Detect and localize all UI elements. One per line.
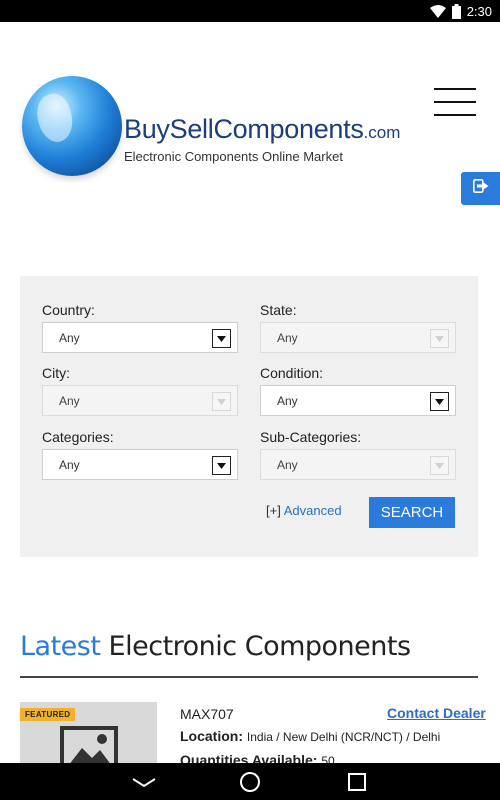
featured-badge: FEATURED bbox=[20, 708, 76, 721]
listing-title[interactable]: MAX707 bbox=[180, 706, 234, 722]
state-label: State: bbox=[260, 302, 297, 318]
chevron-down-icon bbox=[212, 329, 231, 348]
condition-select-value: Any bbox=[277, 394, 298, 408]
wifi-icon bbox=[429, 4, 446, 18]
listing-thumbnail[interactable]: FEATURED bbox=[20, 702, 157, 764]
sign-in-icon bbox=[472, 179, 489, 198]
country-label: Country: bbox=[42, 302, 95, 318]
brand-main-text: BuySellComponents bbox=[124, 114, 364, 144]
country-select[interactable]: Any bbox=[42, 322, 238, 353]
status-icons: 2:30 bbox=[429, 2, 492, 20]
city-label: City: bbox=[42, 365, 70, 381]
country-select-value: Any bbox=[59, 331, 80, 345]
recents-icon[interactable] bbox=[344, 769, 370, 795]
chevron-down-icon bbox=[212, 456, 231, 475]
city-select[interactable]: Any bbox=[42, 385, 238, 416]
chevron-down-icon bbox=[430, 456, 449, 475]
condition-label: Condition: bbox=[260, 365, 324, 381]
sub-categories-label: Sub-Categories: bbox=[260, 429, 362, 445]
sub-categories-select-value: Any bbox=[277, 458, 298, 472]
home-icon[interactable] bbox=[237, 769, 263, 795]
location-value: India / New Delhi (NCR/NCT) / Delhi bbox=[246, 730, 441, 744]
status-bar: 2:30 bbox=[0, 0, 500, 22]
section-title: Latest Electronic Components bbox=[20, 631, 411, 662]
search-button[interactable]: SEARCH bbox=[369, 497, 455, 528]
section-title-rest: Electronic Components bbox=[108, 631, 412, 662]
back-icon[interactable] bbox=[131, 769, 157, 795]
image-placeholder-icon bbox=[60, 726, 118, 764]
site-logo[interactable]: BuySellComponents.com Electronic Compone… bbox=[22, 76, 412, 182]
state-select[interactable]: Any bbox=[260, 322, 456, 353]
advanced-prefix: [+] bbox=[266, 503, 281, 518]
condition-select[interactable]: Any bbox=[260, 385, 456, 416]
categories-select-value: Any bbox=[59, 458, 80, 472]
brand-tagline: Electronic Components Online Market bbox=[124, 149, 343, 164]
city-select-value: Any bbox=[59, 394, 80, 408]
navigation-bar bbox=[0, 763, 500, 800]
categories-select[interactable]: Any bbox=[42, 449, 238, 480]
status-time: 2:30 bbox=[466, 3, 492, 19]
globe-logo-icon bbox=[22, 76, 122, 176]
section-divider bbox=[20, 676, 478, 678]
login-button[interactable] bbox=[461, 172, 500, 205]
advanced-search-toggle[interactable]: [+] Advanced bbox=[266, 503, 342, 518]
contact-dealer-link[interactable]: Contact Dealer bbox=[387, 705, 486, 721]
listing-location: Location: India / New Delhi (NCR/NCT) / … bbox=[180, 728, 440, 744]
sub-categories-select[interactable]: Any bbox=[260, 449, 456, 480]
section-title-accent: Latest bbox=[20, 631, 101, 662]
brand-name: BuySellComponents.com bbox=[124, 114, 400, 145]
categories-label: Categories: bbox=[42, 429, 114, 445]
chevron-down-icon bbox=[212, 392, 231, 411]
advanced-search-link[interactable]: Advanced bbox=[284, 503, 342, 518]
state-select-value: Any bbox=[277, 331, 298, 345]
brand-suffix-text: .com bbox=[363, 123, 401, 142]
location-label: Location: bbox=[180, 728, 243, 744]
chevron-down-icon bbox=[430, 392, 449, 411]
search-panel: Country: Any State: Any City: Any Condit… bbox=[20, 276, 478, 557]
chevron-down-icon bbox=[430, 329, 449, 348]
battery-icon bbox=[451, 3, 461, 19]
hamburger-menu-icon[interactable] bbox=[434, 88, 476, 118]
